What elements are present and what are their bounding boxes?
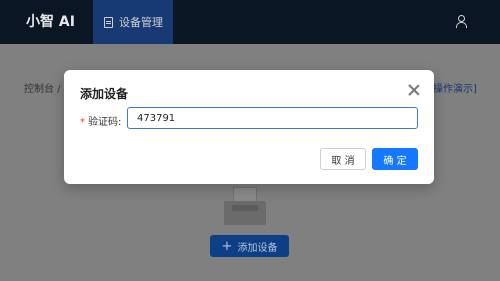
verification-code-input[interactable] (127, 107, 418, 129)
add-device-button[interactable]: + 添加设备 (210, 235, 289, 257)
confirm-button[interactable]: 确 定 (372, 148, 418, 170)
field-label-text: 验证码: (88, 117, 122, 128)
nav-item-device-management[interactable]: 设备管理 (93, 0, 173, 44)
add-device-label: 添加设备 (237, 242, 278, 254)
add-device-dialog: 添加设备 *验证码: 取 消 确 定 (64, 70, 434, 184)
dialog-title: 添加设备 (80, 87, 129, 101)
plus-icon: + (221, 238, 233, 254)
nav-item-label: 设备管理 (119, 16, 163, 29)
demo-link[interactable]: 操作演示] (433, 80, 477, 95)
close-icon[interactable] (408, 84, 420, 96)
brand-logo: 小智 AI (26, 14, 75, 30)
document-icon (104, 16, 113, 28)
top-nav-bar: 小智 AI 设备管理 (0, 0, 500, 44)
cancel-button[interactable]: 取 消 (320, 148, 366, 170)
breadcrumb: 控制台 / (24, 84, 61, 95)
user-icon[interactable] (456, 15, 467, 28)
required-mark: * (80, 117, 85, 128)
empty-box-icon (224, 187, 266, 227)
verification-code-label: * 验证码: (80, 113, 121, 128)
